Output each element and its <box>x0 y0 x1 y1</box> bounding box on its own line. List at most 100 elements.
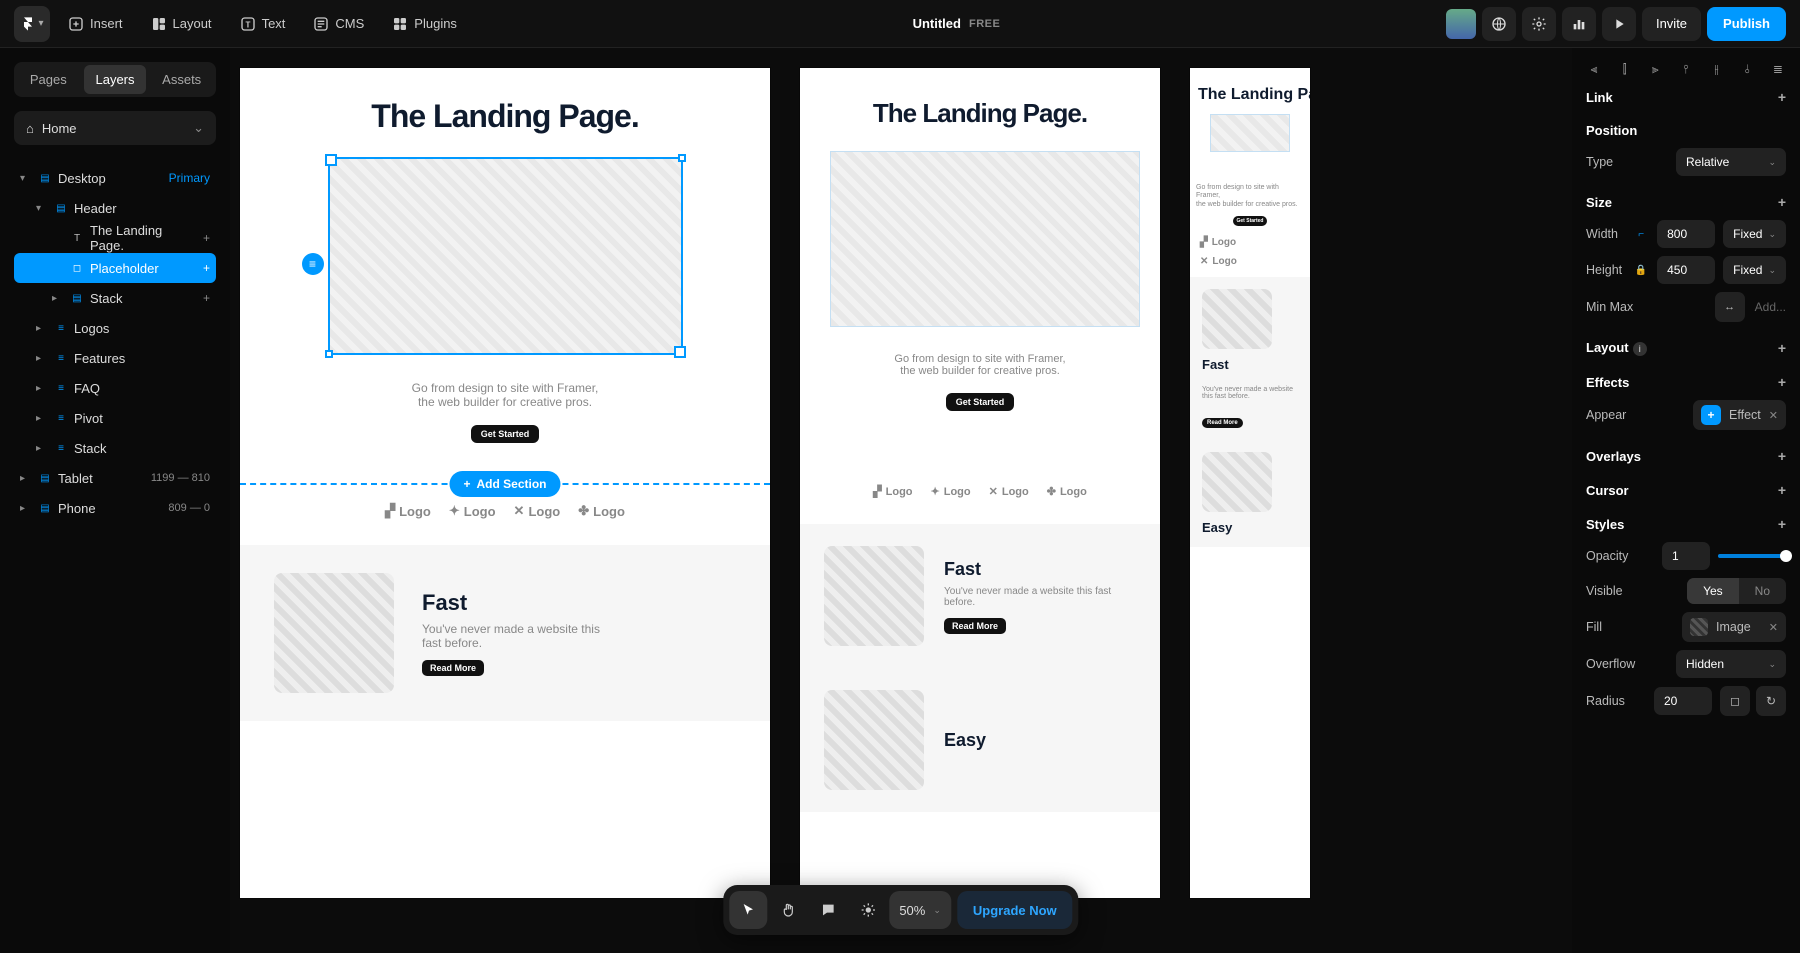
height-unit-select[interactable]: Fixed⌄ <box>1723 256 1786 284</box>
section-cursor: Cursor+ <box>1586 482 1786 498</box>
width-unit-select[interactable]: Fixed⌄ <box>1723 220 1786 248</box>
plus-icon[interactable]: + <box>1778 448 1786 464</box>
plus-icon[interactable]: + <box>1778 516 1786 532</box>
layer-logos[interactable]: ▸≡Logos <box>14 313 216 343</box>
tab-pages[interactable]: Pages <box>17 65 80 94</box>
width-input[interactable] <box>1657 220 1715 248</box>
tab-layers[interactable]: Layers <box>84 65 147 94</box>
layer-features[interactable]: ▸≡Features <box>14 343 216 373</box>
align-bottom-icon[interactable]: ⫰ <box>1739 62 1755 77</box>
fill-control[interactable]: Image ✕ <box>1682 612 1786 642</box>
selected-placeholder[interactable]: ≡ <box>328 157 683 355</box>
opacity-slider[interactable] <box>1718 554 1786 558</box>
document-title[interactable]: Untitled FREE <box>475 16 1438 31</box>
plus-icon[interactable]: + <box>1778 194 1786 210</box>
cta-button[interactable]: Get Started <box>1233 216 1268 226</box>
layer-pivot[interactable]: ▸≡Pivot <box>14 403 216 433</box>
effect-chip[interactable]: + Effect ✕ <box>1693 400 1786 430</box>
hero-subtitle: Go from design to site with Framer,the w… <box>270 381 740 409</box>
frame-desktop[interactable]: The Landing Page. ≡ Go from design to si… <box>240 68 770 898</box>
distribute-icon[interactable]: ≣ <box>1770 62 1786 77</box>
frame-tablet[interactable]: The Landing Page. Go from design to site… <box>800 68 1160 898</box>
layer-placeholder[interactable]: ◻Placeholder+ <box>14 253 216 283</box>
page-breadcrumb[interactable]: ⌂ Home ⌄ <box>14 111 216 145</box>
settings-button[interactable] <box>1522 7 1556 41</box>
globe-button[interactable] <box>1482 7 1516 41</box>
layer-header[interactable]: ▾▤Header <box>14 193 216 223</box>
placeholder[interactable] <box>1210 114 1290 152</box>
align-right-icon[interactable]: ⫸ <box>1647 62 1663 77</box>
read-more-button[interactable]: Read More <box>944 618 1006 634</box>
logo-item: ✕ Logo <box>989 485 1029 498</box>
align-center-h-icon[interactable]: ⫿ <box>1617 62 1633 77</box>
plus-icon[interactable]: + <box>1778 482 1786 498</box>
opacity-input[interactable] <box>1662 542 1710 570</box>
comment-tool[interactable] <box>809 891 847 929</box>
framer-logo-button[interactable]: ▾ <box>14 6 50 42</box>
position-type-select[interactable]: Relative⌄ <box>1676 148 1786 176</box>
top-bar: ▾ Insert Layout TText CMS Plugins Untitl… <box>0 0 1800 48</box>
read-more-button[interactable]: Read More <box>1202 418 1243 428</box>
text-button[interactable]: TText <box>230 6 296 42</box>
layer-phone[interactable]: ▸▤Phone809 — 0 <box>14 493 216 523</box>
visible-toggle[interactable]: Yes No <box>1687 578 1786 604</box>
section-effects: Effects+ <box>1586 374 1786 390</box>
hand-tool[interactable] <box>769 891 807 929</box>
hero-title: The Landing Page. <box>1190 68 1310 104</box>
align-top-icon[interactable]: ⫯ <box>1678 62 1694 77</box>
layer-tablet[interactable]: ▸▤Tablet1199 — 810 <box>14 463 216 493</box>
remove-effect-button[interactable]: ✕ <box>1769 409 1778 422</box>
overflow-select[interactable]: Hidden⌄ <box>1676 650 1786 678</box>
remove-fill-button[interactable]: ✕ <box>1769 621 1778 634</box>
user-avatar[interactable] <box>1446 9 1476 39</box>
layer-desktop[interactable]: ▾▤DesktopPrimary <box>14 163 216 193</box>
lock-icon[interactable]: 🔒 <box>1633 265 1649 276</box>
canvas[interactable]: The Landing Page. ≡ Go from design to si… <box>230 48 1572 953</box>
layer-stack-1[interactable]: ▸▤Stack+ <box>14 283 216 313</box>
plus-icon[interactable]: + <box>1778 89 1786 105</box>
layer-landing-text[interactable]: TThe Landing Page.+ <box>14 223 216 253</box>
minmax-add[interactable]: Add... <box>1751 292 1786 322</box>
cms-button[interactable]: CMS <box>303 6 374 42</box>
analytics-button[interactable] <box>1562 7 1596 41</box>
feature-image-placeholder <box>274 573 394 693</box>
tab-assets[interactable]: Assets <box>150 65 213 94</box>
upgrade-button[interactable]: Upgrade Now <box>957 891 1073 929</box>
play-icon <box>1611 16 1627 32</box>
minmax-expand-button[interactable]: ↔ <box>1715 292 1745 322</box>
feature-title: Fast <box>944 559 1134 580</box>
layout-button[interactable]: Layout <box>141 6 222 42</box>
effect-plus-icon: + <box>1701 405 1721 425</box>
cursor-tool[interactable] <box>729 891 767 929</box>
plus-icon[interactable]: + <box>1778 340 1786 356</box>
chevron-down-icon: ⌄ <box>193 120 204 136</box>
publish-button[interactable]: Publish <box>1707 7 1786 41</box>
read-more-button[interactable]: Read More <box>422 660 484 676</box>
layer-faq[interactable]: ▸≡FAQ <box>14 373 216 403</box>
theme-tool[interactable] <box>849 891 887 929</box>
plus-icon[interactable]: + <box>1778 374 1786 390</box>
frame-phone[interactable]: The Landing Page. Go from design to site… <box>1190 68 1310 898</box>
insert-button[interactable]: Insert <box>58 6 133 42</box>
play-button[interactable] <box>1602 7 1636 41</box>
info-icon[interactable]: i <box>1633 342 1647 356</box>
layer-stack-2[interactable]: ▸≡Stack <box>14 433 216 463</box>
height-input[interactable] <box>1657 256 1715 284</box>
placeholder[interactable] <box>830 151 1140 327</box>
radius-reset-button[interactable]: ↻ <box>1756 686 1786 716</box>
cta-button[interactable]: Get Started <box>471 425 540 443</box>
zoom-control[interactable]: 50%⌄ <box>889 891 951 929</box>
fill-swatch <box>1690 618 1708 636</box>
section-overlays: Overlays+ <box>1586 448 1786 464</box>
align-left-icon[interactable]: ⫷ <box>1586 62 1602 77</box>
feature-image-placeholder <box>1202 289 1272 349</box>
plugins-button[interactable]: Plugins <box>382 6 467 42</box>
align-center-v-icon[interactable]: ⫲ <box>1709 62 1725 77</box>
section-link[interactable]: Link+ <box>1586 89 1786 105</box>
radius-corners-button[interactable]: ◻ <box>1720 686 1750 716</box>
cta-button[interactable]: Get Started <box>946 393 1015 411</box>
stack-badge-icon[interactable]: ≡ <box>302 253 324 275</box>
add-section-button[interactable]: +Add Section <box>449 471 560 497</box>
radius-input[interactable] <box>1654 687 1712 715</box>
invite-button[interactable]: Invite <box>1642 7 1701 41</box>
